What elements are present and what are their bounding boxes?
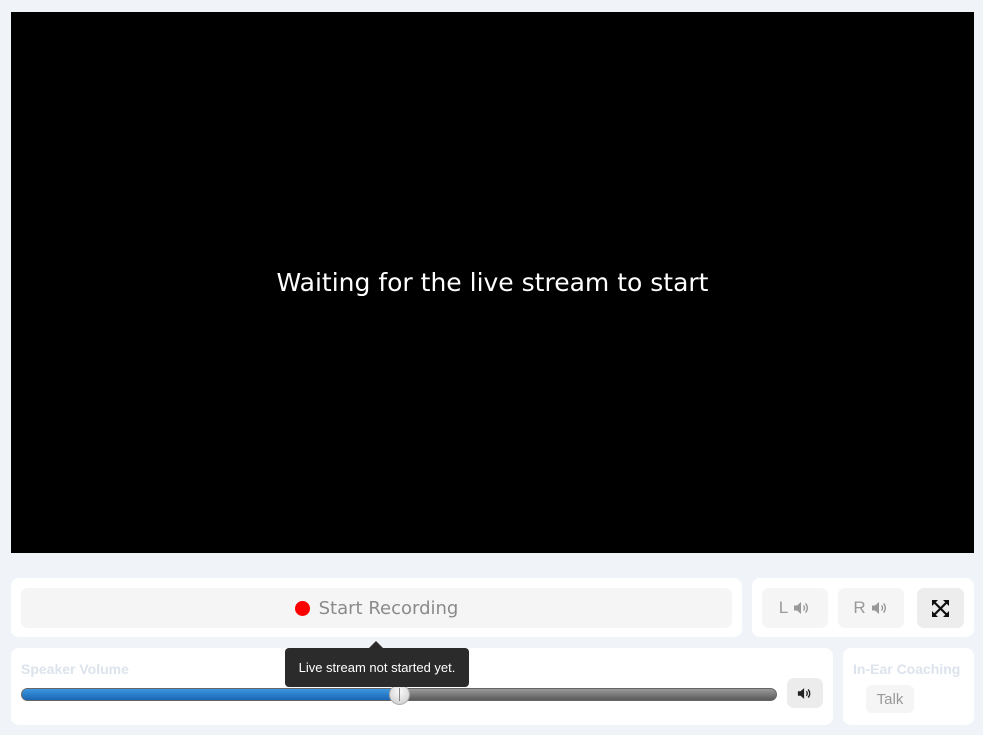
speaker-icon: [793, 601, 811, 615]
expand-arrows-icon: [932, 599, 949, 617]
left-channel-button[interactable]: L: [762, 588, 828, 628]
left-channel-label: L: [778, 598, 789, 617]
in-ear-coaching-label: In-Ear Coaching: [853, 661, 961, 677]
recording-tooltip: Live stream not started yet.: [285, 641, 469, 687]
speaker-icon: [871, 601, 889, 615]
speaker-volume-fill: [22, 689, 400, 700]
speaker-mute-button[interactable]: [787, 678, 823, 708]
start-recording-button[interactable]: Start Recording: [21, 588, 732, 628]
speaker-volume-thumb[interactable]: [389, 684, 410, 705]
in-ear-coaching-panel: In-Ear Coaching Talk: [843, 648, 974, 725]
record-dot-icon: [294, 600, 310, 616]
fullscreen-button[interactable]: [917, 588, 964, 628]
recording-panel: Start Recording: [11, 578, 742, 637]
stream-status-message: Waiting for the live stream to start: [276, 268, 709, 297]
speaker-volume-label: Speaker Volume: [21, 661, 129, 677]
video-player[interactable]: Waiting for the live stream to start: [11, 12, 974, 553]
start-recording-label: Start Recording: [318, 597, 459, 619]
talk-button[interactable]: Talk: [866, 685, 914, 713]
right-channel-button[interactable]: R: [838, 588, 904, 628]
channel-panel: L R: [752, 578, 974, 637]
speaker-icon: [797, 687, 813, 700]
right-channel-label: R: [853, 598, 866, 617]
